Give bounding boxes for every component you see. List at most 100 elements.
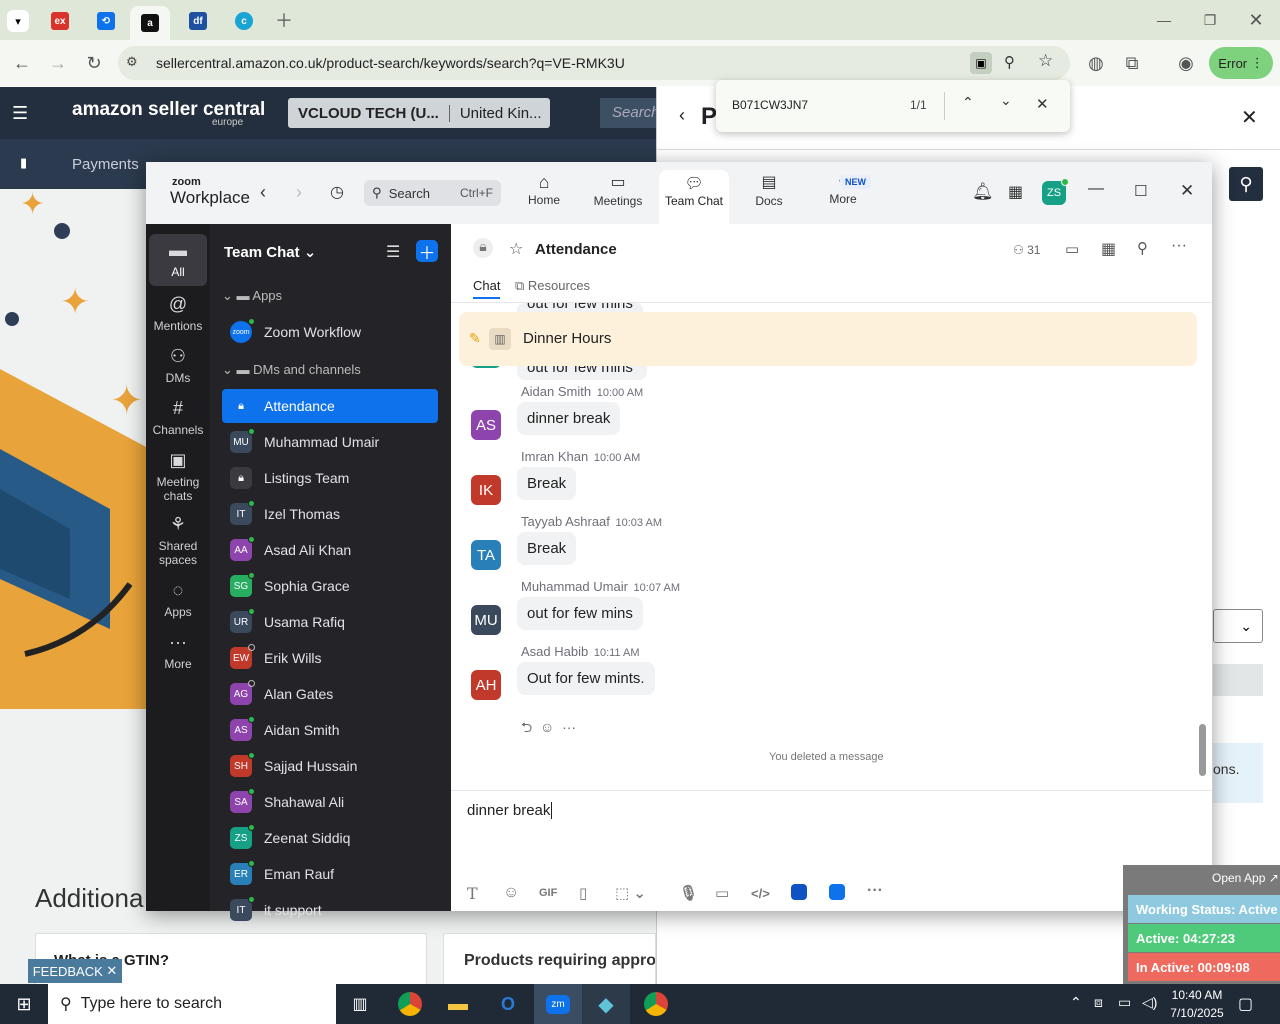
site-info-icon[interactable]: ⚙ (126, 54, 138, 70)
app-diamond-icon[interactable]: ◆ (582, 984, 630, 1024)
bookmark-star-icon[interactable]: ☆ (1038, 51, 1053, 71)
pinned-banner[interactable]: ✎ ▥ Dinner Hours (459, 312, 1197, 366)
panel-back-icon[interactable]: ‹ (679, 105, 685, 126)
account-switcher[interactable]: VCLOUD TECH (U... United Kin... (288, 98, 550, 128)
tab-team-chat[interactable]: 💬︎ Team Chat (659, 170, 729, 224)
nav-payments[interactable]: Payments (72, 156, 139, 173)
message-author[interactable]: Asad Habib (521, 644, 588, 659)
restore-browser-icon[interactable]: ❐ (1196, 6, 1224, 34)
zoom-forward-icon[interactable]: › (296, 182, 302, 203)
channel-item[interactable]: SA Shahawal Ali (222, 785, 438, 819)
code-icon[interactable]: </> (751, 886, 770, 901)
user-avatar[interactable]: ZS (1042, 178, 1069, 205)
new-chat-button[interactable]: ＋ (416, 240, 438, 263)
rail-more[interactable]: ··· More (149, 632, 207, 671)
panel-close-icon[interactable]: ✕ (1241, 105, 1258, 130)
section-dms[interactable]: ⌄ ▬ DMs and channels (222, 362, 361, 378)
reload-icon[interactable]: ↻ (80, 49, 108, 77)
chat-scrollbar[interactable] (1199, 724, 1206, 776)
avatar[interactable]: TA (471, 540, 501, 570)
channel-item[interactable]: ZS Zeenat Siddiq (222, 821, 438, 855)
tab-list-button[interactable]: ▾ (0, 6, 36, 36)
schedule-icon[interactable]: ▦ (1101, 239, 1116, 259)
rail-apps[interactable]: ◌ Apps (149, 580, 207, 619)
rail-channels[interactable]: # Channels (149, 398, 207, 437)
channel-item[interactable]: SH Sajjad Hussain (222, 749, 438, 783)
clock-date[interactable]: 7/10/2025 (1168, 1006, 1226, 1020)
zoom-icon[interactable]: ⚲ (1004, 53, 1015, 71)
gif-icon[interactable]: GIF (539, 887, 557, 899)
app-shortcut-1-icon[interactable] (791, 884, 807, 900)
channel-item[interactable]: 🔒︎ Attendance (222, 389, 438, 423)
maximize-icon[interactable]: ☐ (1134, 182, 1147, 200)
rail-all[interactable]: ▬ All (149, 234, 207, 286)
address-bar[interactable]: ⚙ sellercentral.amazon.co.uk/product-sea… (118, 46, 1070, 80)
network-icon[interactable]: ▭ (1118, 994, 1131, 1011)
members-count[interactable]: ⚇ 31 (1013, 243, 1040, 257)
profile-icon[interactable]: ◉ (1172, 49, 1200, 77)
message-author[interactable]: Aidan Smith (521, 384, 591, 399)
section-apps[interactable]: ⌄ ▬ Apps (222, 288, 282, 304)
channel-item[interactable]: AA Asad Ali Khan (222, 533, 438, 567)
team-chat-title[interactable]: Team Chat ⌄ (224, 243, 316, 261)
zoom-search-button[interactable]: ⚲ Search Ctrl+F (364, 180, 501, 206)
channel-item[interactable]: AS Aidan Smith (222, 713, 438, 747)
amazon-search-input[interactable]: Search (600, 98, 660, 128)
error-profile-button[interactable]: Error ⋮ (1209, 47, 1273, 79)
tray-chevron-icon[interactable]: ⌃ (1070, 994, 1082, 1011)
forward-icon[interactable]: → (44, 49, 72, 77)
avatar[interactable]: AS (471, 410, 501, 440)
channel-item[interactable]: IT Izel Thomas (222, 497, 438, 531)
new-tab-button[interactable]: ＋ (270, 6, 298, 34)
video-message-icon[interactable]: ▭ (715, 884, 729, 902)
reply-icon[interactable]: ⮌ (521, 719, 532, 735)
channel-item[interactable]: EW Erik Wills (222, 641, 438, 675)
favorite-star-icon[interactable]: ☆ (509, 239, 523, 259)
text-format-icon[interactable]: T (467, 884, 478, 903)
chrome-taskbar-icon-2[interactable] (632, 984, 680, 1024)
message-author[interactable]: Imran Khan (521, 449, 588, 464)
tab-ex[interactable]: ex (40, 6, 80, 36)
more-actions-icon[interactable]: ··· (562, 719, 576, 735)
tray-alert-icon[interactable]: ⧈ (1094, 994, 1103, 1011)
minimize-browser-icon[interactable]: — (1150, 6, 1178, 34)
zoom-taskbar-icon[interactable]: zm (534, 984, 582, 1024)
close-icon[interactable]: ✕ (1180, 181, 1194, 201)
chrome-taskbar-icon[interactable] (386, 984, 434, 1024)
tab-docs[interactable]: ▤ Docs (744, 172, 794, 224)
filter-icon[interactable]: ☰ (386, 242, 400, 262)
zoom-back-icon[interactable]: ‹ (260, 182, 266, 203)
channel-title[interactable]: Attendance (535, 241, 617, 258)
message-author[interactable]: Muhammad Umair (521, 579, 628, 594)
history-icon[interactable]: ◷ (330, 182, 344, 202)
feedback-button[interactable]: FEEDBACK ✕ (28, 959, 122, 983)
find-in-page-icon[interactable]: ▣ (970, 52, 992, 74)
tab-amazon[interactable]: a (130, 6, 170, 40)
start-button[interactable]: ⊞ (0, 984, 48, 1024)
translate-icon[interactable]: ◍ (1082, 49, 1110, 77)
tab-c[interactable]: c (224, 6, 264, 36)
video-call-icon[interactable]: ▭ (1065, 240, 1079, 258)
file-icon[interactable]: ▯ (579, 884, 587, 902)
open-app-link[interactable]: Open App ↗ (1212, 871, 1279, 885)
tab-2[interactable]: ⟲ (86, 6, 126, 36)
list-item-zoom-workflow[interactable]: zoom Zoom Workflow (222, 315, 438, 349)
find-previous-icon[interactable]: ⌃ (962, 94, 974, 111)
channel-item[interactable]: MU Muhammad Umair (222, 425, 438, 459)
calendar-icon[interactable]: ▦ (1008, 182, 1023, 202)
find-close-icon[interactable]: ✕ (1036, 95, 1049, 113)
close-browser-icon[interactable]: ✕ (1242, 6, 1270, 34)
channel-item[interactable]: IT it support (222, 893, 438, 927)
task-view-icon[interactable]: ▥ (336, 984, 384, 1024)
rail-dms[interactable]: ⚇ DMs (149, 346, 207, 385)
panel-dropdown[interactable]: ⌄ (1213, 609, 1263, 643)
volume-icon[interactable]: ◁) (1142, 994, 1157, 1011)
message-composer[interactable]: dinner break (467, 802, 1187, 882)
search-chat-icon[interactable]: ⚲ (1137, 239, 1148, 257)
emoji-reaction-icon[interactable]: ☺ (540, 719, 554, 735)
panel-search-button[interactable]: ⚲ (1229, 167, 1263, 201)
hamburger-menu-icon[interactable]: ☰ (12, 103, 28, 124)
find-next-icon[interactable]: ⌄ (1000, 92, 1012, 109)
avatar[interactable]: MU (471, 605, 501, 635)
screenshot-icon[interactable]: ⬚ ⌄ (615, 884, 646, 902)
